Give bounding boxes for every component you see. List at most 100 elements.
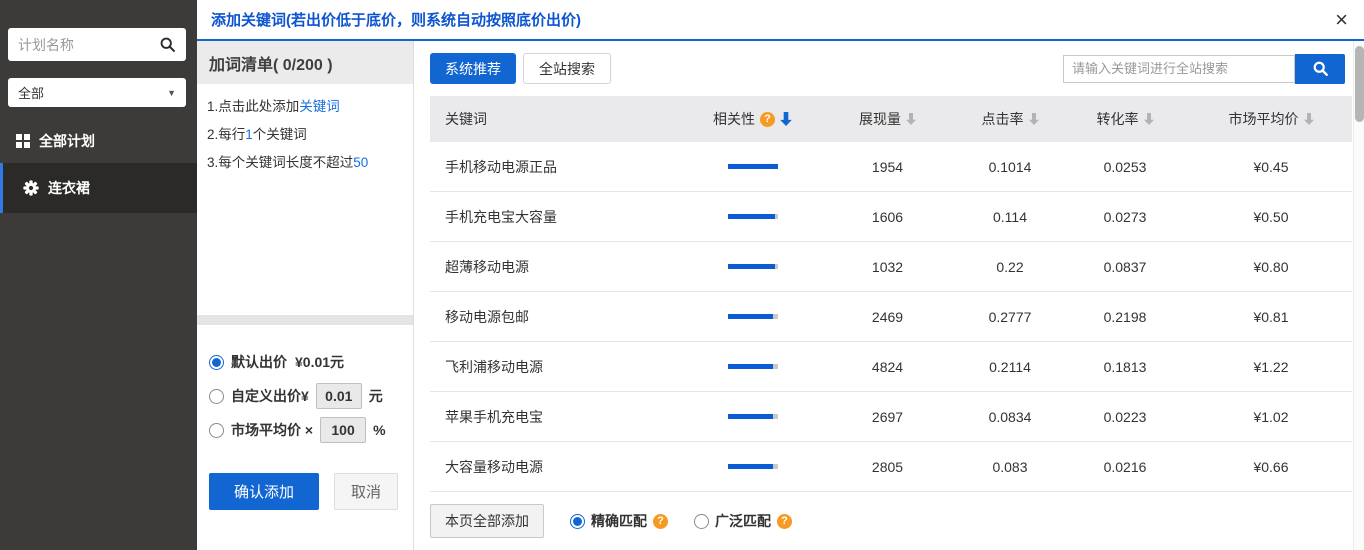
bid-option-value: ¥0.01元 [295, 352, 344, 372]
impressions-cell: 2697 [815, 409, 960, 425]
relevance-bar [728, 364, 778, 369]
table-row[interactable]: 超薄移动电源 1032 0.22 0.0837 ¥0.80 [430, 242, 1352, 292]
match-option-broad[interactable]: 广泛匹配 ? [694, 511, 792, 531]
sidebar-nav: 全部计划 连衣裙 [0, 122, 197, 213]
plan-search-box [8, 28, 186, 61]
sort-desc-icon[interactable] [906, 113, 916, 125]
col-header-cvr[interactable]: 转化率 [1060, 109, 1190, 129]
add-all-button[interactable]: 本页全部添加 [430, 504, 544, 538]
keyword-search-group [1063, 54, 1345, 84]
table-footer: 本页全部添加 精确匹配 ? 广泛匹配 ? [430, 504, 1352, 538]
bid-option-unit: 元 [369, 386, 383, 406]
sort-desc-icon[interactable] [1144, 113, 1154, 125]
sidebar-item-label: 全部计划 [39, 131, 95, 151]
custom-bid-input[interactable] [316, 383, 362, 409]
dialog-header: 添加关键词(若出价低于底价，则系统自动按照底价出价) × [197, 0, 1364, 41]
impressions-cell: 4824 [815, 359, 960, 375]
sort-desc-icon[interactable] [1304, 113, 1314, 125]
help-icon[interactable]: ? [777, 514, 792, 529]
cvr-cell: 0.0216 [1060, 459, 1190, 475]
table-row[interactable]: 苹果手机充电宝 2697 0.0834 0.0223 ¥1.02 [430, 392, 1352, 442]
match-option-exact[interactable]: 精确匹配 ? [570, 511, 668, 531]
match-option-label: 精确匹配 [591, 511, 647, 531]
sidebar-item-dress-plan[interactable]: 连衣裙 [0, 163, 197, 213]
market-price-cell: ¥0.81 [1190, 309, 1352, 325]
cancel-button[interactable]: 取消 [334, 473, 398, 510]
sidebar-item-label: 连衣裙 [48, 178, 90, 198]
radio-default-bid[interactable] [209, 355, 224, 370]
table-row[interactable]: 移动电源包邮 2469 0.2777 0.2198 ¥0.81 [430, 292, 1352, 342]
plan-search-input[interactable] [18, 37, 159, 53]
help-icon[interactable]: ? [653, 514, 668, 529]
keyword-cell: 飞利浦移动电源 [430, 357, 690, 377]
search-icon[interactable] [159, 36, 176, 53]
plan-filter-select[interactable]: 全部 ▼ [8, 78, 186, 107]
col-header-market-price[interactable]: 市场平均价 [1190, 109, 1352, 129]
dialog-title: 添加关键词(若出价低于底价，则系统自动按照底价出价) [211, 9, 581, 30]
bid-option-default[interactable]: 默认出价 ¥0.01元 [209, 351, 413, 373]
bid-options: 默认出价 ¥0.01元 自定义出价¥ 元 市场平均价 × % [197, 325, 413, 453]
cvr-cell: 0.2198 [1060, 309, 1190, 325]
relevance-bar [728, 214, 778, 219]
market-price-cell: ¥0.50 [1190, 209, 1352, 225]
ctr-cell: 0.2114 [960, 359, 1060, 375]
chevron-down-icon: ▼ [167, 88, 176, 98]
radio-broad-match[interactable] [694, 514, 709, 529]
bid-option-label: 自定义出价¥ [231, 386, 309, 406]
keyword-cell: 大容量移动电源 [430, 457, 690, 477]
table-row[interactable]: 大容量移动电源 2805 0.083 0.0216 ¥0.66 [430, 442, 1352, 492]
keyword-search-input[interactable] [1063, 55, 1295, 83]
scrollbar-thumb[interactable] [1355, 46, 1364, 122]
sort-desc-icon-active[interactable] [780, 112, 792, 126]
help-icon[interactable]: ? [760, 112, 775, 127]
gear-icon [23, 180, 39, 196]
add-list-header: 加词清单( 0/200 ) [197, 41, 413, 84]
sidebar: 全部 ▼ 全部计划 [0, 0, 197, 550]
keyword-input-area[interactable]: 1.点击此处添加关键词 2.每行1个关键词 3.每个关键词长度不超过50 [197, 84, 413, 315]
cvr-cell: 0.0273 [1060, 209, 1190, 225]
bid-option-custom[interactable]: 自定义出价¥ 元 [209, 385, 413, 407]
radio-custom-bid[interactable] [209, 389, 224, 404]
market-price-cell: ¥1.02 [1190, 409, 1352, 425]
bid-option-market[interactable]: 市场平均价 × % [209, 419, 413, 441]
impressions-cell: 2805 [815, 459, 960, 475]
col-header-relevance[interactable]: 相关性 ? [690, 109, 815, 129]
relevance-bar [728, 314, 778, 319]
dialog-body: 加词清单( 0/200 ) 1.点击此处添加关键词 2.每行1个关键词 3.每个… [197, 41, 1364, 550]
relevance-bar [728, 414, 778, 419]
table-row[interactable]: 手机移动电源正品 1954 0.1014 0.0253 ¥0.45 [430, 142, 1352, 192]
col-header-impressions[interactable]: 展现量 [815, 109, 960, 129]
panel-divider [197, 315, 413, 325]
relevance-bar [728, 264, 778, 269]
market-percent-input[interactable] [320, 417, 366, 443]
keyword-cell: 超薄移动电源 [430, 257, 690, 277]
confirm-add-button[interactable]: 确认添加 [209, 473, 319, 510]
instruction-line: 3.每个关键词长度不超过50 [207, 149, 403, 177]
radio-market-bid[interactable] [209, 423, 224, 438]
scrollbar-track[interactable] [1353, 41, 1364, 550]
col-header-keyword: 关键词 [430, 109, 690, 129]
table-row[interactable]: 飞利浦移动电源 4824 0.2114 0.1813 ¥1.22 [430, 342, 1352, 392]
impressions-cell: 1606 [815, 209, 960, 225]
cvr-cell: 0.0253 [1060, 159, 1190, 175]
ctr-cell: 0.0834 [960, 409, 1060, 425]
ctr-cell: 0.2777 [960, 309, 1060, 325]
tab-site-search[interactable]: 全站搜索 [523, 53, 611, 84]
plan-filter-value: 全部 [18, 83, 44, 102]
keyword-search-button[interactable] [1295, 54, 1345, 84]
col-header-ctr[interactable]: 点击率 [960, 109, 1060, 129]
keyword-cell: 苹果手机充电宝 [430, 407, 690, 427]
market-price-cell: ¥0.66 [1190, 459, 1352, 475]
panel-actions: 确认添加 取消 [197, 453, 413, 510]
close-icon[interactable]: × [1335, 9, 1348, 31]
grid-icon [16, 134, 30, 148]
tab-system-recommend[interactable]: 系统推荐 [430, 53, 516, 84]
sort-desc-icon[interactable] [1029, 113, 1039, 125]
app-root: 全部 ▼ 全部计划 [0, 0, 1364, 550]
radio-exact-match[interactable] [570, 514, 585, 529]
sidebar-item-all-plans[interactable]: 全部计划 [0, 122, 197, 160]
keyword-cell: 手机充电宝大容量 [430, 207, 690, 227]
table-row[interactable]: 手机充电宝大容量 1606 0.114 0.0273 ¥0.50 [430, 192, 1352, 242]
add-keywords-dialog: 添加关键词(若出价低于底价，则系统自动按照底价出价) × 加词清单( 0/200… [197, 0, 1364, 550]
impressions-cell: 1954 [815, 159, 960, 175]
